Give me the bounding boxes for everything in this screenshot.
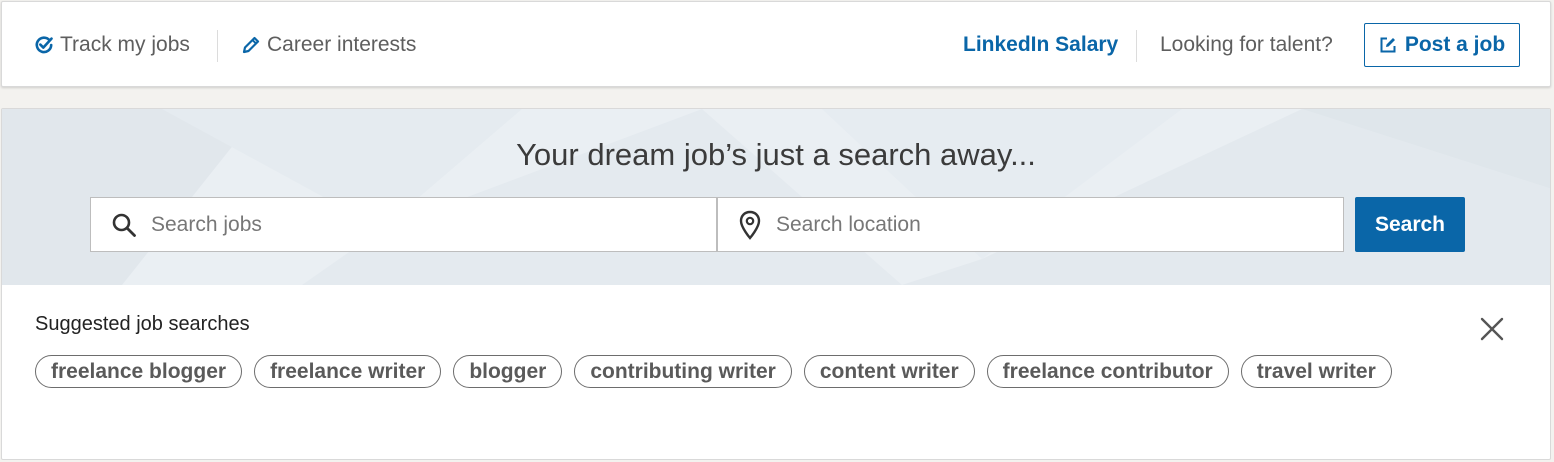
post-a-job-label: Post a job	[1404, 33, 1506, 56]
suggestion-chip[interactable]: content writer	[803, 355, 975, 388]
search-location-input[interactable]	[776, 212, 1276, 237]
suggestion-chip[interactable]: freelance blogger	[35, 355, 243, 388]
job-search-box[interactable]	[90, 197, 717, 252]
post-a-job-button[interactable]: Post a job	[1364, 23, 1520, 67]
career-interests-link[interactable]: Career interests	[241, 2, 416, 88]
nav-divider	[1136, 30, 1137, 62]
track-my-jobs-label: Track my jobs	[60, 33, 190, 56]
suggestion-chip[interactable]: travel writer	[1240, 355, 1392, 388]
hero-title: Your dream job’s just a search away...	[516, 137, 1036, 172]
linkedin-salary-link[interactable]: LinkedIn Salary	[963, 2, 1118, 88]
suggested-search-chips: freelance blogger freelance writer blogg…	[35, 355, 1392, 388]
edit-box-icon	[1380, 37, 1396, 53]
location-pin-icon	[739, 210, 761, 240]
check-circle-icon	[35, 36, 53, 54]
suggested-searches-title: Suggested job searches	[35, 313, 250, 335]
career-interests-label: Career interests	[267, 33, 417, 56]
jobs-top-bar: Track my jobs Career interests LinkedIn …	[1, 1, 1551, 87]
pencil-icon	[242, 36, 260, 54]
linkedin-salary-label: LinkedIn Salary	[963, 33, 1119, 56]
suggestion-chip[interactable]: contributing writer	[574, 355, 792, 388]
suggestion-chip[interactable]: freelance writer	[254, 355, 442, 388]
job-search-card: Your dream job’s just a search away... S…	[1, 108, 1551, 460]
close-suggestions-button[interactable]	[1478, 315, 1506, 343]
location-search-box[interactable]	[717, 197, 1344, 252]
search-hero: Your dream job’s just a search away... S…	[2, 109, 1550, 285]
suggestion-chip[interactable]: freelance contributor	[986, 355, 1229, 388]
looking-for-talent-label: Looking for talent?	[1160, 33, 1333, 56]
looking-for-talent-text: Looking for talent?	[1160, 2, 1333, 88]
nav-divider	[217, 30, 218, 62]
search-button[interactable]: Search	[1355, 197, 1465, 252]
search-icon	[112, 213, 136, 237]
close-icon	[1480, 317, 1504, 341]
search-jobs-input[interactable]	[151, 212, 651, 237]
suggestion-chip[interactable]: blogger	[453, 355, 563, 388]
track-my-jobs-link[interactable]: Track my jobs	[34, 2, 190, 88]
